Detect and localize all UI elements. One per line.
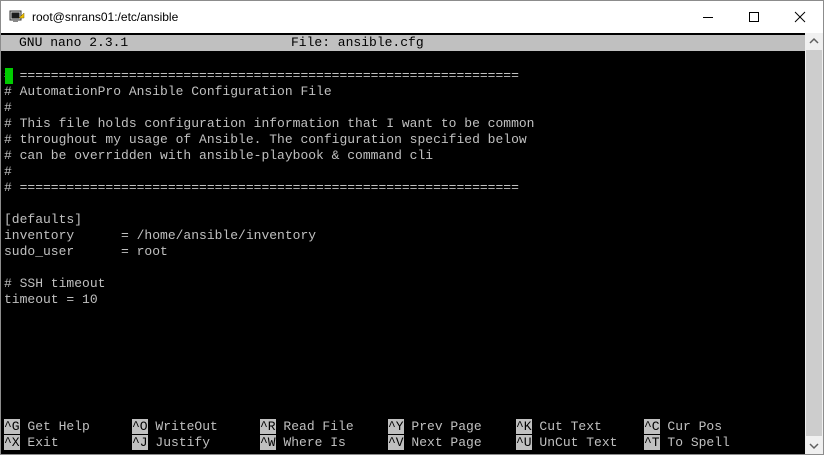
scroll-up-button[interactable] — [805, 33, 823, 50]
shortcut-to-spell[interactable]: ^T To Spell — [644, 435, 730, 451]
file-line: # AutomationPro Ansible Configuration Fi… — [4, 84, 332, 99]
file-line: inventory = /home/ansible/inventory — [4, 228, 317, 243]
file-line: # ======================================… — [4, 68, 519, 83]
terminal-screen[interactable]: GNU nano 2.3.1 File: ansible.cfg # =====… — [1, 33, 805, 454]
file-line: # — [4, 100, 12, 115]
minimize-icon — [703, 17, 713, 18]
file-line: # throughout my usage of Ansible. The co… — [4, 132, 527, 147]
terminal-window: root@snrans01:/etc/ansible GNU nano 2.3.… — [0, 0, 824, 455]
maximize-button[interactable] — [731, 1, 777, 33]
shortcut-writeout[interactable]: ^O WriteOut — [132, 419, 218, 435]
shortcut-get-help[interactable]: ^G Get Help — [4, 419, 90, 435]
shortcut-cur-pos[interactable]: ^C Cur Pos — [644, 419, 722, 435]
shortcut-exit[interactable]: ^X Exit — [4, 435, 59, 451]
file-line: [defaults] — [4, 212, 83, 227]
nano-version: GNU nano 2.3.1 — [19, 35, 129, 50]
scroll-thumb[interactable] — [806, 50, 822, 436]
close-icon — [794, 11, 806, 23]
close-button[interactable] — [777, 1, 823, 33]
minimize-button[interactable] — [685, 1, 731, 33]
maximize-icon — [749, 12, 759, 22]
shortcut-cut-text[interactable]: ^K Cut Text — [516, 419, 602, 435]
file-line: # This file holds configuration informat… — [4, 116, 535, 131]
shortcut-read-file[interactable]: ^R Read File — [260, 419, 354, 435]
title-bar[interactable]: root@snrans01:/etc/ansible — [1, 1, 823, 33]
nano-file-name: File: ansible.cfg — [291, 35, 424, 50]
file-line: # can be overridden with ansible-playboo… — [4, 148, 434, 163]
shortcut-where-is[interactable]: ^W Where Is — [260, 435, 346, 451]
scroll-down-button[interactable] — [805, 437, 823, 454]
chevron-down-icon — [809, 443, 819, 450]
shortcut-uncut-text[interactable]: ^U UnCut Text — [516, 435, 617, 451]
shortcut-justify[interactable]: ^J Justify — [132, 435, 210, 451]
shortcut-next-page[interactable]: ^V Next Page — [388, 435, 482, 451]
file-line: sudo_user = root — [4, 244, 168, 259]
file-line: timeout = 10 — [4, 292, 98, 307]
vertical-scrollbar[interactable] — [805, 33, 823, 454]
file-line: # — [4, 164, 12, 179]
chevron-up-icon — [809, 37, 819, 44]
file-line: # ======================================… — [4, 180, 519, 195]
text-cursor — [5, 68, 13, 84]
window-title: root@snrans01:/etc/ansible — [32, 10, 179, 24]
file-line: # SSH timeout — [4, 276, 106, 291]
putty-app-icon[interactable] — [9, 9, 25, 25]
shortcut-prev-page[interactable]: ^Y Prev Page — [388, 419, 482, 435]
